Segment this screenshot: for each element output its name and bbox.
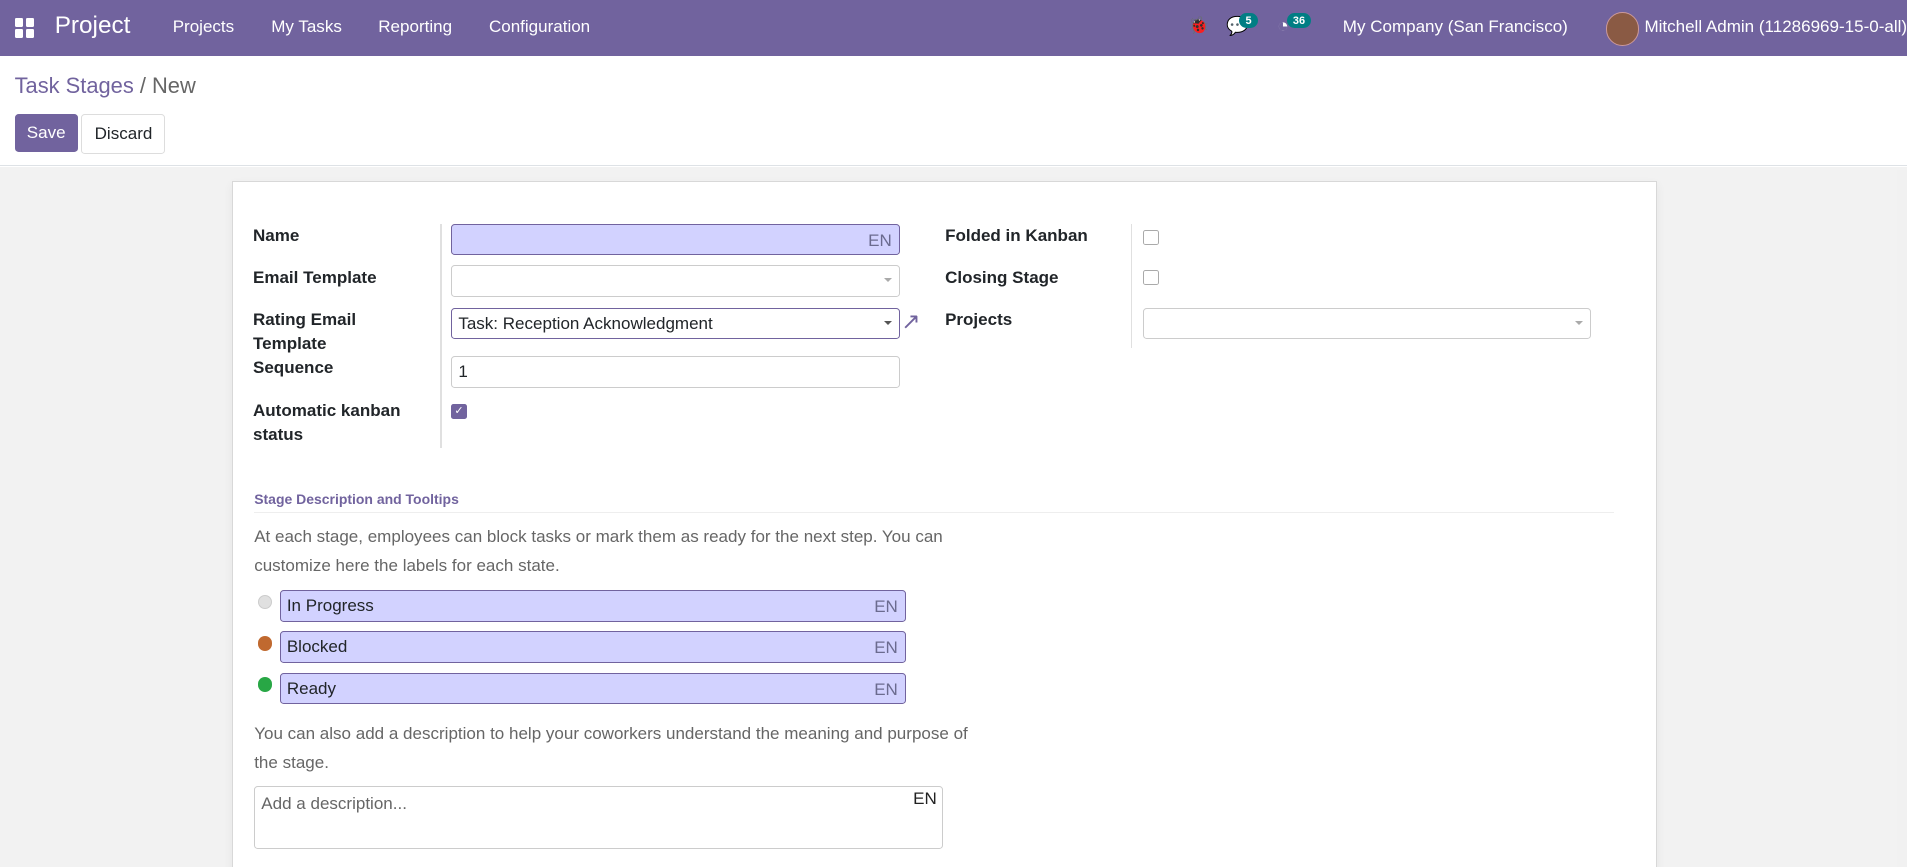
menu-configuration[interactable]: Configuration (489, 17, 590, 37)
description-help-text: You can also add a description to help y… (254, 723, 968, 773)
in-progress-label-input[interactable]: In Progress EN (279, 589, 907, 622)
divider (440, 223, 442, 448)
folded-checkbox[interactable] (1143, 229, 1159, 246)
description-editor[interactable]: Add a description... EN (254, 785, 943, 849)
divider (1131, 223, 1133, 348)
user-menu[interactable]: Mitchell Admin (11286969-15-0-all) (1644, 17, 1907, 37)
section-title: Stage Description and Tooltips (254, 491, 459, 508)
email-template-label: Email Template (252, 268, 377, 288)
menu-reporting[interactable]: Reporting (378, 17, 452, 37)
save-button[interactable]: Save (14, 114, 78, 153)
menu-projects[interactable]: Projects (173, 17, 234, 37)
section-divider (254, 512, 1615, 514)
activities-count-badge: 36 (1286, 13, 1312, 28)
projects-label: Projects (945, 309, 1013, 329)
discard-button[interactable]: Discard (81, 114, 166, 155)
rating-template-label: Rating Email Template (252, 309, 357, 354)
debug-bug-icon[interactable]: 🐞 (1188, 16, 1209, 36)
breadcrumb-parent[interactable]: Task Stages (15, 73, 134, 98)
section-intro: At each stage, employees can block tasks… (254, 526, 943, 575)
company-switcher[interactable]: My Company (San Francisco) (1343, 17, 1568, 37)
messages-count-badge: 5 (1239, 13, 1258, 28)
state-dot-blocked-icon (257, 636, 273, 651)
description-placeholder: Add a description... (261, 794, 407, 814)
chevron-down-icon (883, 278, 892, 283)
sequence-label: Sequence (252, 358, 334, 378)
sequence-input[interactable]: 1 (451, 356, 901, 388)
email-template-select[interactable] (451, 265, 901, 297)
user-avatar[interactable] (1605, 12, 1640, 46)
external-link-icon[interactable]: ↗ (901, 308, 920, 335)
chevron-down-icon (883, 320, 892, 326)
language-en-button[interactable]: EN (874, 592, 898, 621)
breadcrumb-current: New (152, 72, 196, 98)
language-en-button[interactable]: EN (874, 633, 898, 662)
name-label: Name (252, 225, 300, 245)
apps-menu-icon[interactable] (14, 18, 35, 38)
chevron-down-icon (1574, 320, 1583, 326)
projects-select[interactable] (1143, 307, 1591, 340)
blocked-label-input[interactable]: Blocked EN (279, 631, 907, 663)
app-name[interactable]: Project (55, 12, 131, 40)
auto-kanban-label: Automatic kanban status (252, 400, 401, 445)
breadcrumb: Task Stages / New (15, 73, 196, 99)
rating-template-select[interactable]: Task: Reception Acknowledgment (451, 307, 901, 340)
scrollbar[interactable] (1897, 170, 1907, 867)
top-navbar: Project Projects My Tasks Reporting Conf… (0, 0, 1907, 56)
language-en-button[interactable]: EN (868, 226, 892, 255)
language-en-button[interactable]: EN (913, 789, 937, 809)
name-input[interactable]: EN (451, 223, 901, 256)
folded-label: Folded in Kanban (945, 225, 1088, 245)
language-en-button[interactable]: EN (874, 675, 898, 704)
control-panel (0, 55, 1907, 167)
auto-kanban-checkbox[interactable]: ✓ (451, 403, 467, 420)
menu-my-tasks[interactable]: My Tasks (271, 17, 342, 37)
closing-stage-checkbox[interactable] (1143, 270, 1159, 286)
ready-label-input[interactable]: Ready EN (279, 672, 907, 705)
closing-stage-label: Closing Stage (945, 268, 1059, 288)
breadcrumb-separator: / (139, 72, 146, 98)
